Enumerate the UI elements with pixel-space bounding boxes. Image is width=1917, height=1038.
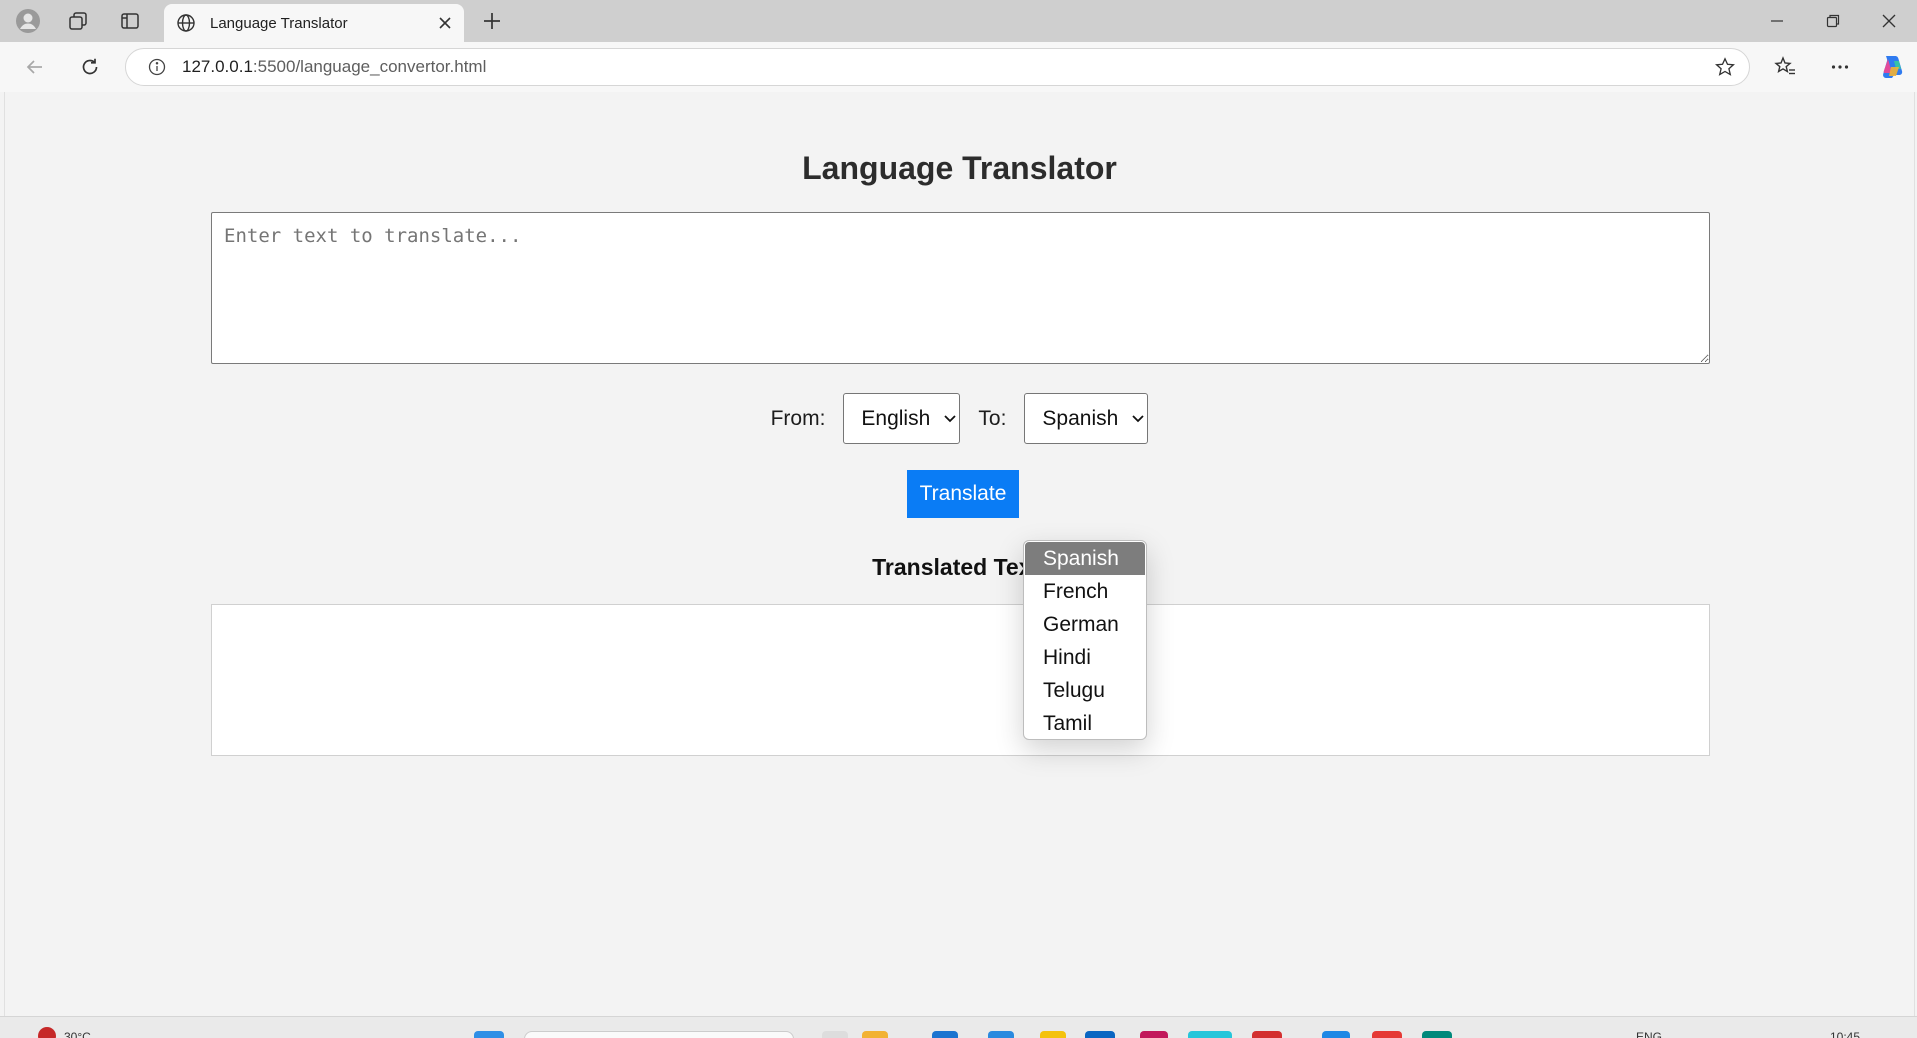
taskbar-app-icon[interactable] [1422, 1031, 1452, 1038]
to-selected-value: Spanish [1042, 406, 1119, 430]
translated-text-output [211, 604, 1710, 756]
taskbar-app-icon[interactable] [1085, 1031, 1115, 1038]
chevron-down-icon [944, 414, 956, 423]
favorite-star-icon[interactable] [1715, 57, 1735, 77]
url-host: 127.0.0.1 [182, 57, 253, 76]
taskbar: 30°C ENG 10:45 [0, 1016, 1917, 1038]
taskbar-app-icon[interactable] [1252, 1031, 1282, 1038]
option-telugu[interactable]: Telugu [1025, 674, 1145, 707]
back-icon[interactable] [17, 51, 53, 83]
minimize-icon[interactable] [1749, 0, 1805, 42]
to-language-dropdown-list: Spanish French German Hindi Telugu Tamil [1023, 540, 1147, 740]
taskbar-app-icon[interactable] [1322, 1031, 1350, 1038]
taskbar-app-icon[interactable] [822, 1031, 848, 1038]
option-tamil[interactable]: Tamil [1025, 707, 1145, 739]
site-info-icon[interactable] [148, 58, 166, 76]
profile-icon[interactable] [10, 5, 46, 37]
to-label: To: [978, 406, 1007, 430]
input-language[interactable]: ENG [1636, 1030, 1662, 1038]
more-options-icon[interactable] [1822, 51, 1858, 83]
source-text-input[interactable] [211, 212, 1710, 364]
from-selected-value: English [861, 406, 931, 430]
file-explorer-icon[interactable] [862, 1031, 888, 1038]
taskbar-app-icon[interactable] [932, 1031, 958, 1038]
vertical-tabs-icon[interactable] [112, 5, 148, 37]
option-french[interactable]: French [1025, 575, 1145, 608]
taskbar-app-icon[interactable] [1372, 1031, 1402, 1038]
close-window-icon[interactable] [1861, 0, 1917, 42]
to-language-select[interactable]: Spanish [1024, 393, 1149, 444]
favorites-icon[interactable] [1767, 51, 1803, 83]
option-spanish[interactable]: Spanish [1025, 542, 1145, 575]
from-language-select[interactable]: English [843, 393, 961, 444]
option-german[interactable]: German [1025, 608, 1145, 641]
url-path: :5500/language_convertor.html [252, 57, 487, 76]
refresh-icon[interactable] [72, 51, 108, 83]
clock[interactable]: 10:45 [1830, 1030, 1860, 1038]
start-icon[interactable] [474, 1031, 504, 1038]
result-heading: Translated Text: [872, 554, 1047, 580]
edge-icon[interactable] [1188, 1031, 1232, 1038]
tab-title: Language Translator [210, 14, 348, 32]
taskbar-app-icon[interactable] [1140, 1031, 1168, 1038]
option-hindi[interactable]: Hindi [1025, 641, 1145, 674]
tab-strip: Language Translator [0, 0, 1917, 42]
from-label: From: [770, 406, 826, 430]
taskbar-app-icon[interactable] [1040, 1031, 1066, 1038]
page-title: Language Translator [802, 150, 1117, 186]
active-tab[interactable]: Language Translator [164, 4, 464, 42]
taskbar-app-icon[interactable] [988, 1031, 1014, 1038]
weather-icon[interactable] [38, 1027, 56, 1038]
page-viewport: Language Translator From: English To: Sp… [4, 92, 1915, 1016]
weather-temp: 30°C [64, 1030, 91, 1038]
language-selector-row: From: English To: Spanish [5, 393, 1914, 444]
new-tab-icon[interactable] [474, 5, 510, 37]
chevron-down-icon [1132, 414, 1144, 423]
close-tab-icon[interactable] [438, 16, 452, 30]
translate-button[interactable]: Translate [907, 470, 1019, 518]
search-box[interactable] [524, 1031, 794, 1038]
copilot-icon[interactable] [1874, 51, 1910, 83]
globe-icon [176, 13, 196, 33]
browser-toolbar: 127.0.0.1:5500/language_convertor.html [0, 42, 1917, 92]
address-bar[interactable]: 127.0.0.1:5500/language_convertor.html [125, 48, 1750, 86]
workspaces-icon[interactable] [60, 5, 96, 37]
restore-icon[interactable] [1805, 0, 1861, 42]
url-text: 127.0.0.1:5500/language_convertor.html [182, 57, 486, 77]
